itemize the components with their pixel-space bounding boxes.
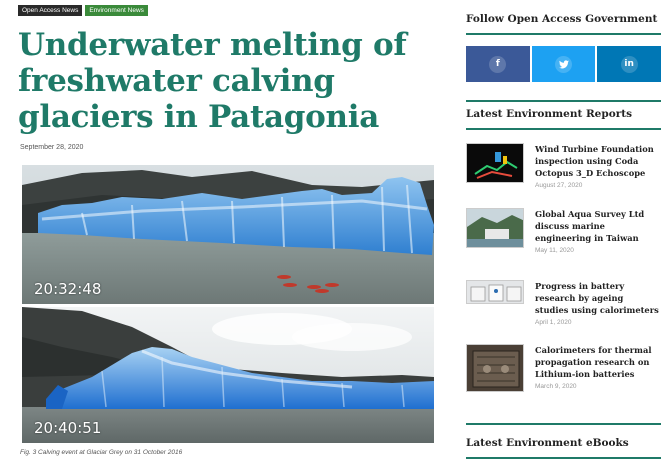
report-title[interactable]: Wind Turbine Foundation inspection using… bbox=[535, 143, 659, 179]
article-date: September 28, 2020 bbox=[20, 144, 84, 151]
report-item[interactable]: Calorimeters for thermal propagation res… bbox=[466, 344, 661, 392]
report-thumbnail[interactable] bbox=[466, 143, 524, 183]
report-item[interactable]: Global Aqua Survey Ltd discuss marine en… bbox=[466, 208, 661, 254]
social-buttons: f in bbox=[466, 46, 661, 82]
report-title[interactable]: Calorimeters for thermal propagation res… bbox=[535, 344, 659, 380]
report-title[interactable]: Progress in battery research by ageing s… bbox=[535, 280, 659, 316]
report-title[interactable]: Global Aqua Survey Ltd discuss marine en… bbox=[535, 208, 659, 244]
twitter-icon bbox=[555, 55, 572, 73]
report-thumbnail[interactable] bbox=[466, 208, 524, 248]
linkedin-icon: in bbox=[620, 55, 638, 73]
report-thumbnail[interactable] bbox=[466, 344, 524, 392]
report-date: March 9, 2020 bbox=[535, 383, 577, 390]
article: Open Access News Environment News Underw… bbox=[18, 5, 438, 456]
linkedin-button[interactable]: in bbox=[597, 46, 661, 82]
report-date: August 27, 2020 bbox=[535, 182, 583, 189]
ebooks-heading: Latest Environment eBooks bbox=[466, 437, 629, 449]
report-item[interactable]: Progress in battery research by ageing s… bbox=[466, 280, 661, 326]
facebook-button[interactable]: f bbox=[466, 46, 530, 82]
ebooks-top-divider bbox=[466, 423, 661, 425]
follow-heading: Follow Open Access Government bbox=[466, 13, 658, 25]
article-headline: Underwater melting of freshwater calving… bbox=[18, 27, 407, 135]
glacier-photo-bottom: 20:40:51 bbox=[22, 307, 434, 443]
tag-environment-news[interactable]: Environment News bbox=[85, 5, 148, 16]
photo-timestamp-bottom: 20:40:51 bbox=[34, 419, 102, 437]
photo-timestamp-top: 20:32:48 bbox=[34, 280, 102, 298]
twitter-button[interactable] bbox=[531, 46, 596, 82]
follow-divider bbox=[466, 33, 661, 35]
facebook-icon: f bbox=[489, 55, 507, 73]
report-date: April 1, 2020 bbox=[535, 319, 572, 326]
article-tags: Open Access News Environment News bbox=[18, 5, 438, 16]
report-thumbnail[interactable] bbox=[466, 280, 524, 304]
reports-top-divider bbox=[466, 100, 661, 102]
ebooks-divider bbox=[466, 457, 661, 459]
reports-heading: Latest Environment Reports bbox=[466, 108, 633, 120]
report-item[interactable]: Wind Turbine Foundation inspection using… bbox=[466, 143, 661, 189]
reports-divider bbox=[466, 128, 661, 130]
tag-open-access-news[interactable]: Open Access News bbox=[18, 5, 83, 16]
glacier-photo-top: 20:32:48 bbox=[22, 165, 434, 304]
figure-caption: Fig. 3 Calving event at Glaciar Grey on … bbox=[20, 449, 183, 456]
report-date: May 11, 2020 bbox=[535, 247, 574, 254]
